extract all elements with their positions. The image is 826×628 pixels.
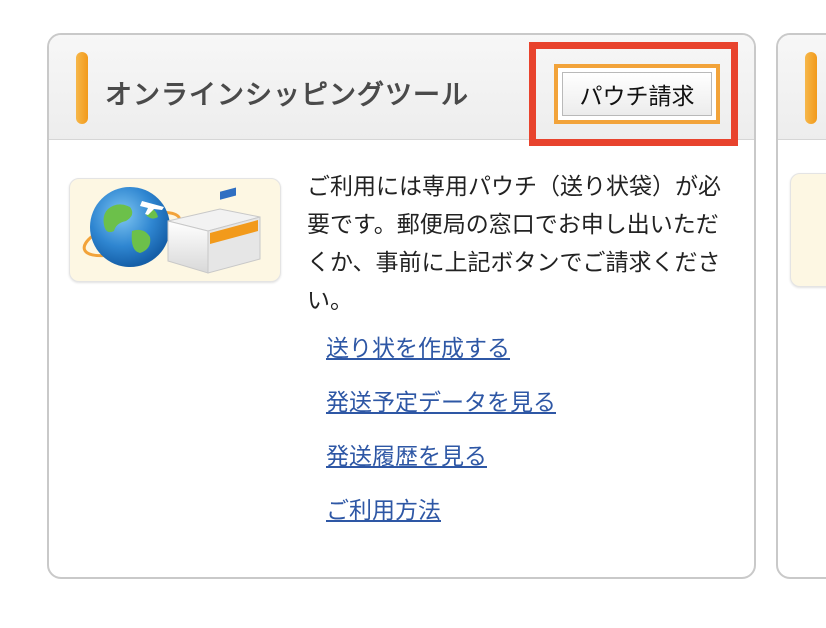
how-to-use-link[interactable]: ご利用方法 [326,492,726,546]
create-invoice-link[interactable]: 送り状を作成する [326,330,726,384]
service-description: ご利用には専用パウチ（送り状袋）が必要です。郵便局の窓口でお申し出いただくか、事… [307,174,721,314]
adjacent-card [776,33,826,579]
header-accent-bar [76,52,88,124]
page: オンラインシッピングツール ご利用には専用パウチ（送り状袋）が必要です。郵便局の… [0,0,826,628]
adjacent-card-header [778,35,826,140]
card-title: オンラインシッピングツール [105,80,469,111]
adjacent-card-illustration [790,173,826,287]
globe-package-illustration [69,178,281,282]
pouch-request-button[interactable]: パウチ請求 [554,64,720,124]
globe-icon [82,187,261,274]
view-scheduled-shipments-link[interactable]: 発送予定データを見る [326,384,726,438]
card-links: 送り状を作成する 発送予定データを見る 発送履歴を見る ご利用方法 [326,330,726,546]
view-shipping-history-link[interactable]: 発送履歴を見る [326,438,726,492]
adjacent-header-accent-bar [805,52,817,124]
pouch-request-button-label: パウチ請求 [562,72,712,116]
